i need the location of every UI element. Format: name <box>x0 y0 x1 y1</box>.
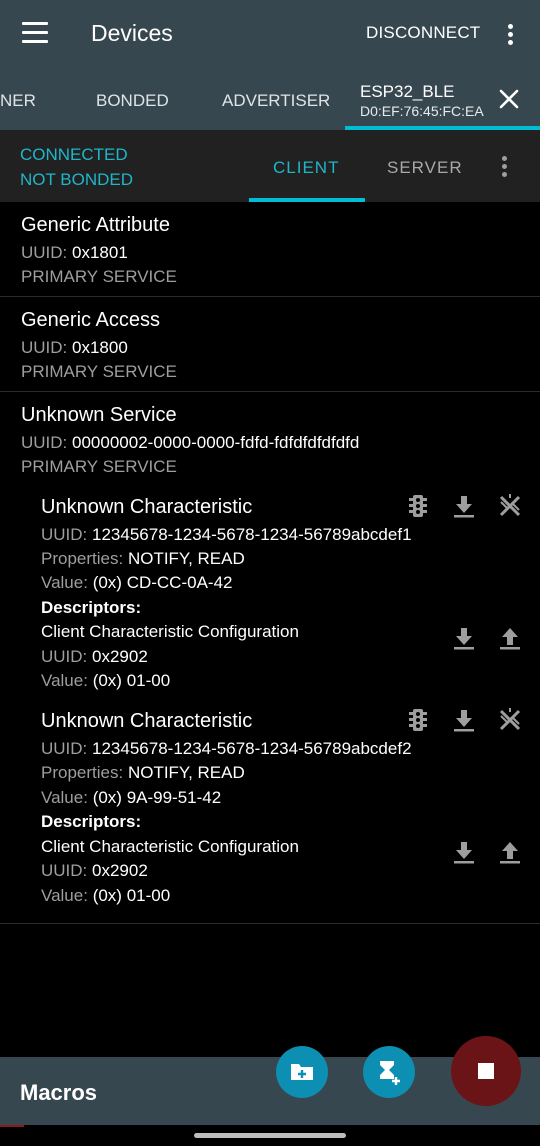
tab-device-esp32[interactable]: ESP32_BLE D0:EF:76:45:FC:EA <box>360 82 484 119</box>
value-label: Value: <box>41 788 88 807</box>
tab-scanner[interactable]: NER <box>0 91 36 111</box>
device-tab-bar: NER BONDED ADVERTISER ESP32_BLE D0:EF:76… <box>0 68 540 130</box>
uuid-label: UUID: <box>21 338 68 357</box>
service-uuid: 0x1801 <box>72 243 128 262</box>
connection-state: CONNECTED <box>20 145 128 164</box>
macros-label: Macros <box>20 1080 98 1105</box>
page-title: Devices <box>91 20 173 46</box>
descriptor-read-download-icon[interactable] <box>450 624 478 652</box>
descriptors-heading: Descriptors: <box>41 812 142 831</box>
descriptor-uuid-row: UUID: 0x2902 <box>41 647 148 667</box>
characteristic-value-row: Value: (0x) CD-CC-0A-42 <box>41 573 232 593</box>
services-list: Generic Attribute UUID: 0x1801 PRIMARY S… <box>0 202 540 924</box>
characteristic-properties-row: Properties: NOTIFY, READ <box>41 549 245 569</box>
characteristic-value: (0x) CD-CC-0A-42 <box>92 573 233 592</box>
service-name: Generic Attribute <box>21 214 170 236</box>
descriptor-write-upload-icon[interactable] <box>496 624 524 652</box>
status-overflow-icon[interactable] <box>499 154 511 178</box>
service-uuid-row: UUID: 00000002-0000-0000-fdfd-fdfdfdfdfd… <box>21 433 359 453</box>
app-bar: Devices DISCONNECT <box>0 0 540 68</box>
stop-record-button[interactable] <box>451 1036 521 1106</box>
traffic-light-icon[interactable] <box>404 706 432 734</box>
descriptor-value: (0x) 01-00 <box>92 886 171 905</box>
descriptor-value-row: Value: (0x) 01-00 <box>41 886 170 906</box>
service-type: PRIMARY SERVICE <box>21 457 177 476</box>
notifications-disabled-icon[interactable] <box>496 706 524 734</box>
create-folder-icon <box>291 1064 313 1080</box>
characteristic-name: Unknown Characteristic <box>41 710 253 732</box>
descriptor-value-row: Value: (0x) 01-00 <box>41 671 170 691</box>
characteristic-uuid: 12345678-1234-5678-1234-56789abcdef2 <box>92 739 412 758</box>
service-name: Generic Access <box>21 309 160 331</box>
characteristic-name: Unknown Characteristic <box>41 496 253 518</box>
uuid-label: UUID: <box>41 861 88 880</box>
home-gesture-handle[interactable] <box>194 1133 346 1138</box>
properties-label: Properties: <box>41 763 124 782</box>
characteristic-properties: NOTIFY, READ <box>127 549 245 568</box>
characteristic-properties-row: Properties: NOTIFY, READ <box>41 763 245 783</box>
service-uuid: 0x1800 <box>72 338 128 357</box>
descriptor-value: (0x) 01-00 <box>92 671 171 690</box>
add-folder-button[interactable] <box>276 1046 328 1098</box>
characteristic-value-row: Value: (0x) 9A-99-51-42 <box>41 788 221 808</box>
descriptor-uuid: 0x2902 <box>92 861 148 880</box>
service-uuid: 00000002-0000-0000-fdfd-fdfdfdfdfdfd <box>72 433 360 452</box>
traffic-light-icon[interactable] <box>404 492 432 520</box>
characteristic-properties: NOTIFY, READ <box>127 763 245 782</box>
system-navigation-bar <box>0 1125 540 1146</box>
service-type: PRIMARY SERVICE <box>21 362 177 381</box>
read-download-icon[interactable] <box>450 492 478 520</box>
add-macro-button[interactable] <box>363 1046 415 1098</box>
characteristic-uuid: 12345678-1234-5678-1234-56789abcdef1 <box>92 525 412 544</box>
uuid-label: UUID: <box>41 647 88 666</box>
service-item-unknown[interactable]: Unknown Service UUID: 00000002-0000-0000… <box>0 392 540 924</box>
bond-state: NOT BONDED <box>20 170 134 189</box>
uuid-label: UUID: <box>21 243 68 262</box>
service-item[interactable]: Generic Access UUID: 0x1800 PRIMARY SERV… <box>0 297 540 392</box>
hourglass-add-icon <box>380 1061 400 1085</box>
device-name: ESP32_BLE <box>360 82 455 101</box>
uuid-label: UUID: <box>41 525 88 544</box>
service-uuid-row: UUID: 0x1801 <box>21 243 128 263</box>
characteristic-value: (0x) 9A-99-51-42 <box>92 788 222 807</box>
service-uuid-row: UUID: 0x1800 <box>21 338 128 358</box>
value-label: Value: <box>41 886 88 905</box>
characteristic-uuid-row: UUID: 12345678-1234-5678-1234-56789abcde… <box>41 739 412 759</box>
service-type: PRIMARY SERVICE <box>21 267 177 286</box>
read-download-icon[interactable] <box>450 706 478 734</box>
value-label: Value: <box>41 573 88 592</box>
descriptor-name: Client Characteristic Configuration <box>41 837 299 856</box>
descriptor-uuid: 0x2902 <box>92 647 148 666</box>
characteristic-uuid-row: UUID: 12345678-1234-5678-1234-56789abcde… <box>41 525 412 545</box>
service-name: Unknown Service <box>21 404 177 426</box>
tab-bonded[interactable]: BONDED <box>96 91 169 111</box>
uuid-label: UUID: <box>41 739 88 758</box>
indicator-line <box>0 1125 24 1127</box>
connection-status-bar: CONNECTED NOT BONDED CLIENT SERVER <box>0 130 540 202</box>
hamburger-menu-icon[interactable] <box>22 22 48 44</box>
disconnect-button[interactable]: DISCONNECT <box>366 23 480 43</box>
descriptors-heading: Descriptors: <box>41 598 142 617</box>
tab-client[interactable]: CLIENT <box>273 158 339 178</box>
uuid-label: UUID: <box>21 433 68 452</box>
stop-icon <box>478 1063 494 1079</box>
descriptor-read-download-icon[interactable] <box>450 838 478 866</box>
device-address: D0:EF:76:45:FC:EA <box>360 103 484 119</box>
tab-advertiser[interactable]: ADVERTISER <box>222 91 330 111</box>
service-item[interactable]: Generic Attribute UUID: 0x1801 PRIMARY S… <box>0 202 540 297</box>
overflow-menu-icon[interactable] <box>503 22 519 46</box>
descriptor-name: Client Characteristic Configuration <box>41 622 299 641</box>
close-icon[interactable] <box>498 88 520 110</box>
tab-server[interactable]: SERVER <box>387 158 463 178</box>
notifications-disabled-icon[interactable] <box>496 492 524 520</box>
value-label: Value: <box>41 671 88 690</box>
properties-label: Properties: <box>41 549 124 568</box>
descriptor-uuid-row: UUID: 0x2902 <box>41 861 148 881</box>
descriptor-write-upload-icon[interactable] <box>496 838 524 866</box>
